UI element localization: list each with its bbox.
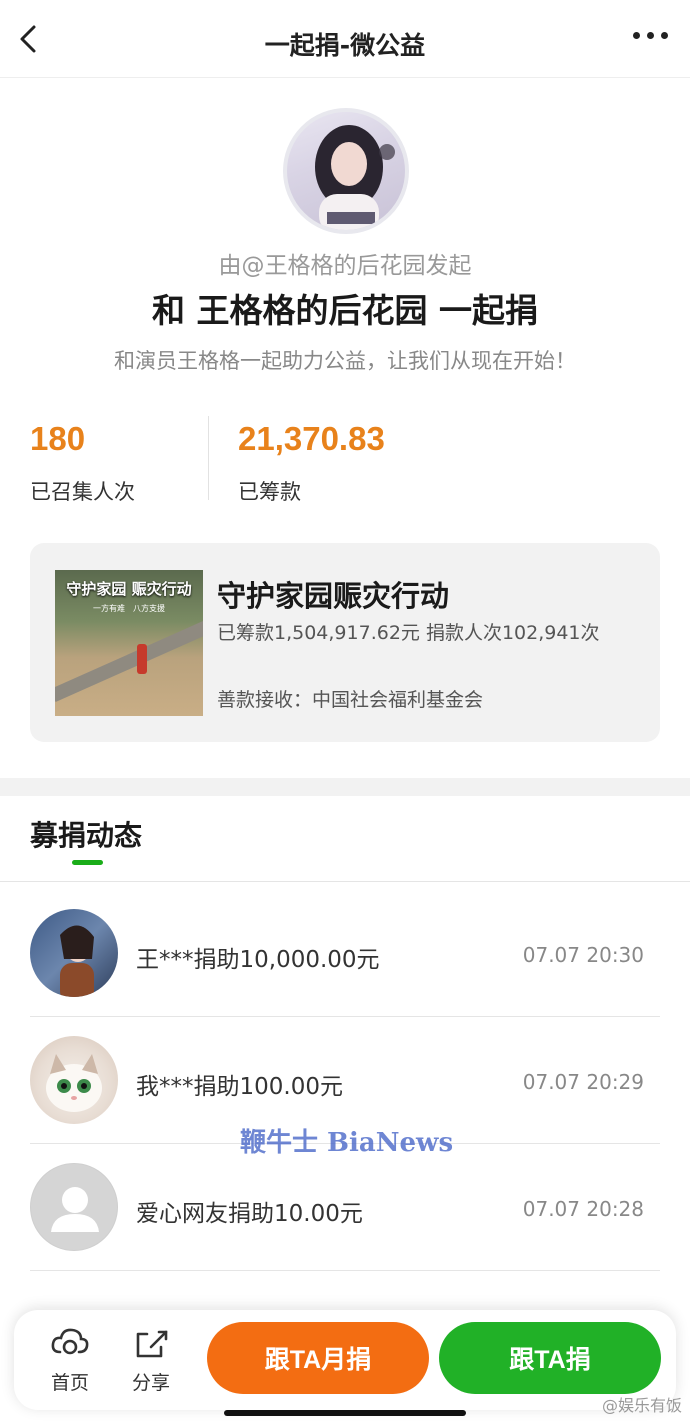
- tab-donation-activity[interactable]: 募捐动态: [30, 814, 142, 854]
- home-indicator: [224, 1410, 466, 1416]
- donation-time: 07.07 20:28: [522, 1197, 644, 1221]
- section-divider: [0, 778, 690, 796]
- donation-text: 我***捐助100.00元: [136, 1074, 343, 1100]
- avatar: [30, 909, 118, 997]
- donate-button[interactable]: 跟TA捐: [439, 1322, 661, 1394]
- page-title: 一起捐-微公益: [264, 31, 426, 60]
- default-avatar-icon: [30, 1163, 118, 1251]
- campaign-headline: 和 王格格的后花园 一起捐: [152, 291, 538, 330]
- campaign-subtitle: 和演员王格格一起助力公益，让我们从现在开始！: [114, 349, 576, 373]
- people-label: 已召集人次: [30, 480, 135, 504]
- project-stats: 已筹款1,504,917.62元 捐款人次102,941次: [217, 622, 600, 644]
- project-card[interactable]: 守护家园 赈灾行动 一方有难 八方支援 守护家园赈灾行动 已筹款1,504,91…: [30, 543, 660, 742]
- list-item: 王***捐助10,000.00元 07.07 20:30: [0, 890, 690, 1017]
- stat-people: 180 已召集人次: [30, 420, 135, 506]
- row-divider: [30, 1270, 660, 1271]
- amount-label: 已筹款: [238, 480, 301, 504]
- share-button[interactable]: 分享: [121, 1326, 181, 1395]
- source-watermark: @娱乐有饭: [601, 1396, 682, 1415]
- page: { "nav": {"title": "一起捐-微公益"}, "header":…: [0, 0, 690, 1426]
- share-label: 分享: [131, 1372, 170, 1394]
- donation-text: 王***捐助10,000.00元: [136, 947, 380, 973]
- donation-text: 爱心网友捐助10.00元: [136, 1201, 363, 1227]
- project-receiver: 善款接收：中国社会福利基金会: [217, 689, 484, 711]
- nav-bar: 一起捐-微公益: [0, 0, 690, 78]
- project-thumbnail: 守护家园 赈灾行动 一方有难 八方支援: [55, 570, 203, 716]
- donation-time: 07.07 20:30: [522, 943, 644, 967]
- people-count: 180: [30, 420, 86, 457]
- monthly-donate-button[interactable]: 跟TA月捐: [207, 1322, 429, 1394]
- tab-underline: [0, 881, 690, 882]
- bottom-action-bar: 首页 分享 跟TA月捐 跟TA捐: [14, 1310, 676, 1410]
- donation-time: 07.07 20:29: [522, 1070, 644, 1094]
- project-title: 守护家园赈灾行动: [217, 579, 450, 613]
- more-options-icon[interactable]: [633, 32, 668, 39]
- watermark: 鞭牛士 BiaNews: [240, 1128, 454, 1158]
- avatar: [30, 1036, 118, 1124]
- home-button[interactable]: 首页: [40, 1326, 100, 1395]
- stat-divider: [208, 416, 209, 500]
- amount-raised: 21,370.83: [238, 420, 385, 457]
- sponsor-avatar[interactable]: [283, 108, 409, 234]
- stat-amount: 21,370.83 已筹款: [238, 420, 385, 506]
- thumbnail-title: 守护家园 赈灾行动: [66, 580, 192, 598]
- sponsor-link[interactable]: 由@王格格的后花园发起: [0, 246, 690, 280]
- tab-indicator: [72, 860, 103, 865]
- share-icon: [136, 1330, 168, 1358]
- home-icon: [51, 1328, 89, 1355]
- thumbnail-subtitle: 一方有难 八方支援: [93, 604, 165, 613]
- home-label: 首页: [50, 1372, 89, 1394]
- list-item: 爱心网友捐助10.00元 07.07 20:28: [0, 1144, 690, 1271]
